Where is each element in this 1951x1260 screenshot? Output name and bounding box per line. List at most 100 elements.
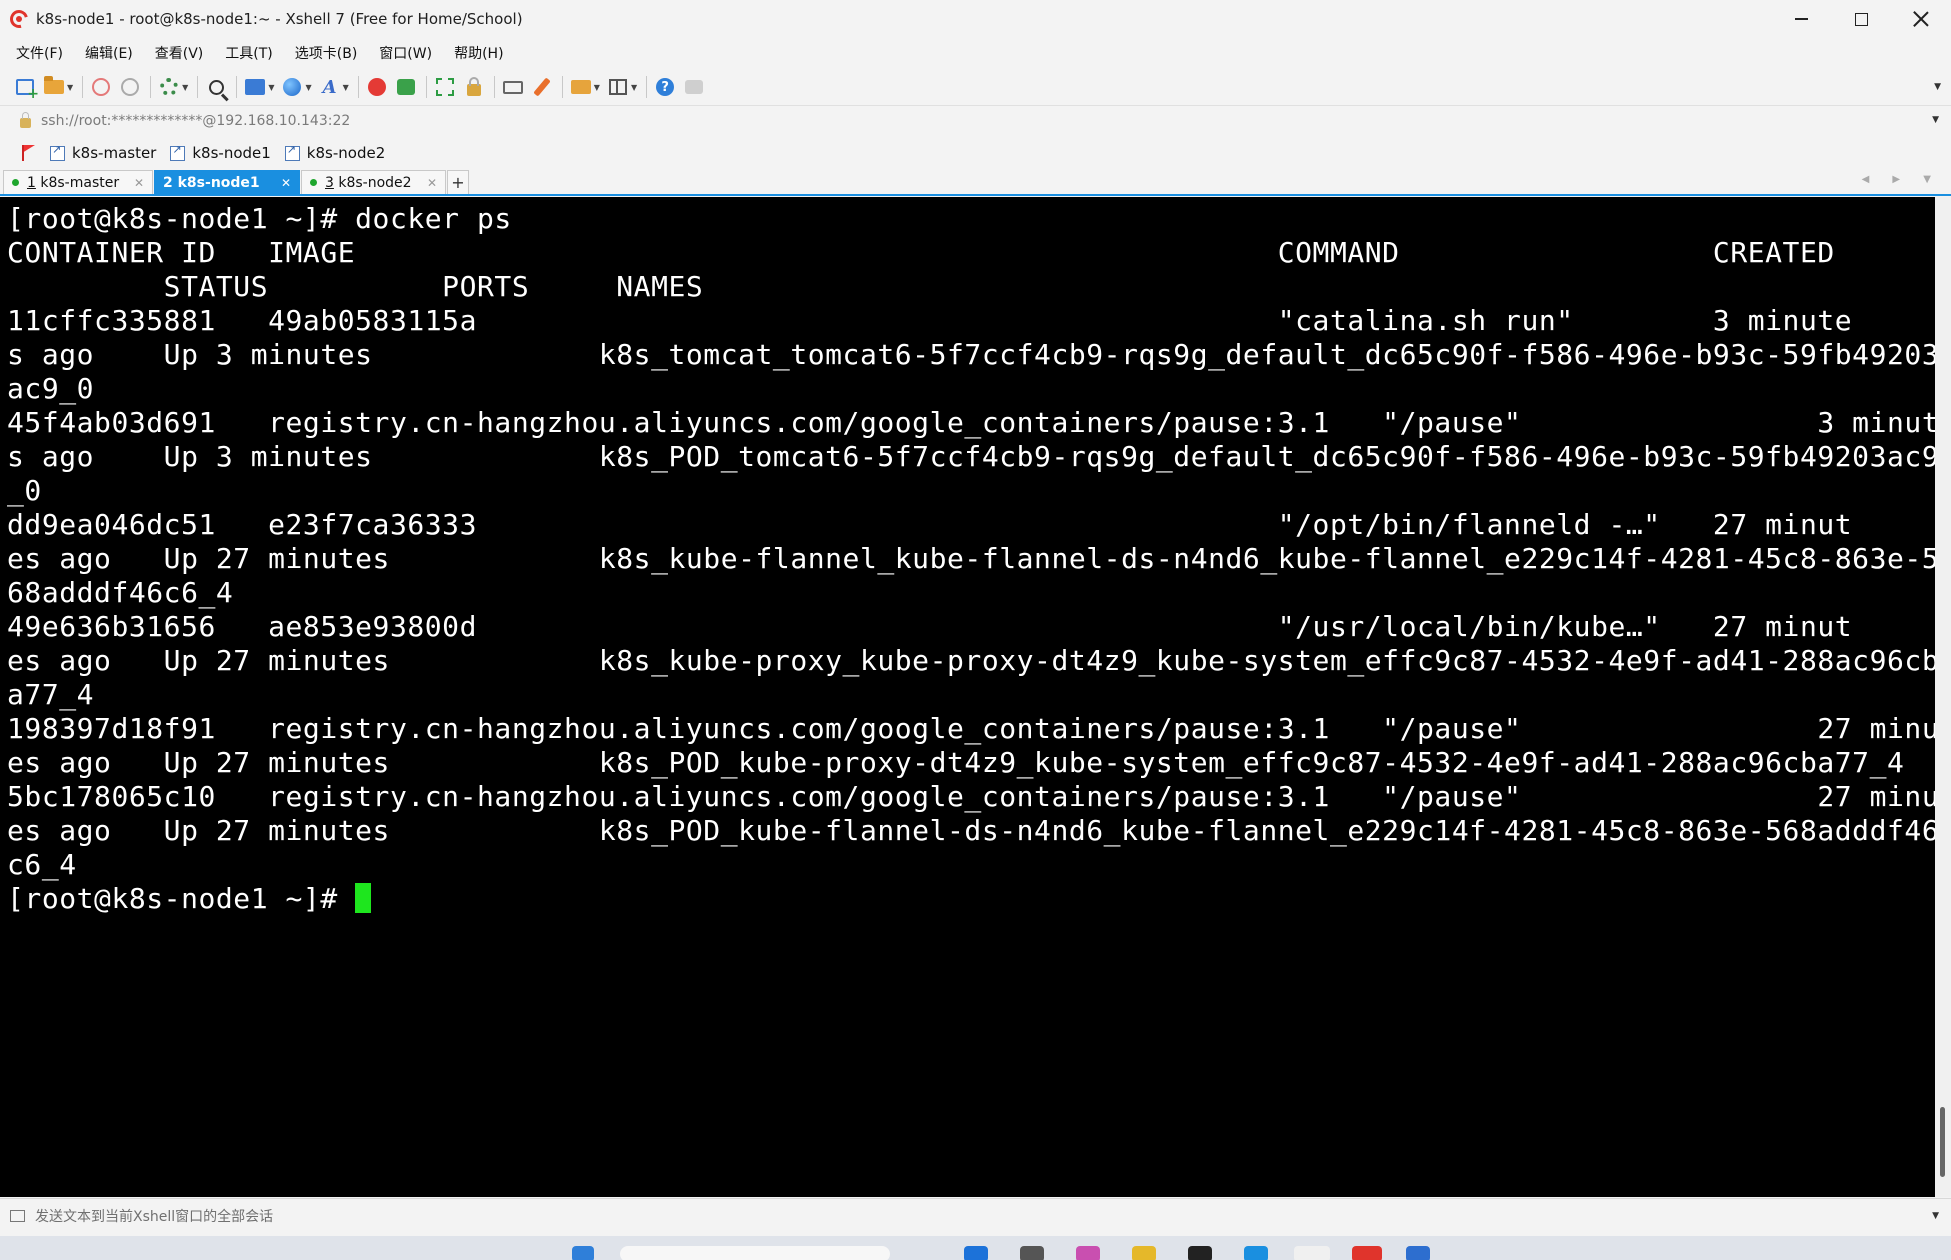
close-tab-icon[interactable]: ✕: [281, 176, 291, 190]
close-tab-icon[interactable]: ✕: [134, 176, 144, 190]
taskbar-app-icon[interactable]: [1188, 1246, 1212, 1260]
minimize-icon: [1794, 18, 1808, 20]
taskbar-app-icon[interactable]: [1406, 1246, 1430, 1260]
tab-label: 3 k8s-node2: [325, 174, 412, 191]
toolbar: ▼ ▼ ▼ ▼ A ▼ ▼ ▼ ? ▼: [0, 70, 1951, 104]
link-label: k8s-node2: [306, 144, 386, 162]
compose-dropdown-icon[interactable]: ▼: [1932, 1211, 1939, 1221]
toolbar-divider: [197, 76, 199, 98]
taskbar-app-icon[interactable]: [1132, 1246, 1156, 1260]
terminal-line: a77_4: [7, 678, 95, 711]
terminal-prompt-line: [root@k8s-node1 ~]#: [7, 882, 1935, 916]
disconnect-icon: [121, 78, 140, 96]
terminal-line: es ago Up 27 minutes k8s_POD_kube-proxy-…: [7, 746, 1905, 779]
help-button[interactable]: ?: [654, 76, 676, 98]
session-tab-bar: 1 k8s-master ✕ 2 k8s-node1 ✕ 3 k8s-node2…: [0, 170, 1951, 196]
taskbar-app-icon[interactable]: [1020, 1246, 1044, 1260]
open-session-button[interactable]: [43, 76, 65, 98]
terminal-line: dd9ea046dc51 e23f7ca36333 "/opt/bin/flan…: [7, 508, 1853, 541]
terminal-output[interactable]: [root@k8s-node1 ~]# docker ps CONTAINER I…: [0, 197, 1935, 1197]
start-icon[interactable]: [572, 1246, 594, 1260]
taskbar-xshell-icon[interactable]: [1294, 1246, 1330, 1260]
menu-help[interactable]: 帮助(H): [450, 40, 507, 66]
terminal-lines: [root@k8s-node1 ~]# docker ps CONTAINER I…: [7, 202, 1935, 882]
toolbar-divider: [150, 76, 152, 98]
address-text[interactable]: ssh://root:*************@192.168.10.143:…: [41, 113, 350, 129]
search-icon: [208, 79, 224, 95]
minimize-button[interactable]: [1771, 0, 1831, 38]
properties-dropdown-icon[interactable]: ▼: [182, 83, 188, 92]
os-taskbar: [0, 1236, 1951, 1260]
chat-button[interactable]: [683, 76, 705, 98]
close-tab-icon[interactable]: ✕: [427, 176, 437, 190]
compose-bar[interactable]: 发送文本到当前Xshell窗口的全部会话 ▼: [0, 1198, 1951, 1232]
taskbar-app-icon[interactable]: [1244, 1246, 1268, 1260]
xshell-button[interactable]: [366, 76, 388, 98]
globe-dropdown-icon[interactable]: ▼: [305, 83, 311, 92]
terminal-cursor: [355, 883, 372, 913]
terminal-line: 11cffc335881 49ab0583115a "catalina.sh r…: [7, 304, 1853, 337]
taskbar-app-icon[interactable]: [964, 1246, 988, 1260]
bookmark-flag-icon[interactable]: [22, 145, 36, 161]
menu-tools[interactable]: 工具(T): [221, 40, 276, 66]
menu-edit[interactable]: 编辑(E): [81, 40, 137, 66]
toolbar-overflow-icon[interactable]: ▼: [1934, 82, 1941, 92]
tab-k8s-master[interactable]: 1 k8s-master ✕: [3, 170, 153, 194]
folder-icon: [44, 76, 64, 94]
address-dropdown-icon[interactable]: ▼: [1932, 115, 1939, 125]
compose-input[interactable]: 发送文本到当前Xshell窗口的全部会话: [35, 1206, 273, 1226]
tab-scroll-arrows-icon[interactable]: ◀ ▶ ▼: [1862, 174, 1941, 185]
taskbar-app-icon[interactable]: [1352, 1246, 1382, 1260]
terminal-line: 198397d18f91 registry.cn-hangzhou.aliyun…: [7, 712, 1935, 745]
address-bar[interactable]: ssh://root:*************@192.168.10.143:…: [0, 105, 1951, 135]
link-k8s-master[interactable]: k8s-master: [50, 143, 156, 162]
fullscreen-button[interactable]: [434, 76, 456, 98]
tab-k8s-node1[interactable]: 2 k8s-node1 ✕: [154, 170, 300, 194]
terminal-line: 5bc178065c10 registry.cn-hangzhou.aliyun…: [7, 780, 1935, 813]
menu-file[interactable]: 文件(F): [12, 40, 67, 66]
globe-button[interactable]: [281, 76, 303, 98]
font-button[interactable]: A: [319, 76, 341, 98]
xftp-button[interactable]: [395, 76, 417, 98]
layout-button[interactable]: [607, 76, 629, 98]
maximize-button[interactable]: [1831, 0, 1891, 38]
keyboard-button[interactable]: [502, 76, 524, 98]
layout-dropdown-icon[interactable]: ▼: [631, 83, 637, 92]
screen-dropdown-icon[interactable]: ▼: [268, 83, 274, 92]
plus-icon: +: [451, 173, 465, 192]
close-button[interactable]: [1891, 0, 1951, 38]
terminal-line: 49e636b31656 ae853e93800d "/usr/local/bi…: [7, 610, 1853, 643]
screen-button[interactable]: [244, 76, 266, 98]
font-dropdown-icon[interactable]: ▼: [343, 83, 349, 92]
link-k8s-node2[interactable]: k8s-node2: [284, 143, 386, 162]
taskbar-search-box[interactable]: [620, 1246, 890, 1260]
new-session-icon: [16, 79, 39, 102]
new-session-button[interactable]: [14, 76, 39, 102]
disconnect-button[interactable]: [119, 76, 141, 98]
terminal-line: [root@k8s-node1 ~]# docker ps: [7, 202, 512, 235]
open-dropdown-icon[interactable]: ▼: [67, 83, 73, 92]
highlight-button[interactable]: [531, 76, 553, 98]
keyboard-icon: [502, 80, 523, 94]
add-tab-button[interactable]: +: [447, 170, 469, 194]
scrollbar-thumb[interactable]: [1940, 1107, 1945, 1177]
link-label: k8s-node1: [192, 144, 271, 162]
menu-view[interactable]: 查看(V): [151, 40, 208, 66]
taskbar-app-icon[interactable]: [1076, 1246, 1100, 1260]
menu-window[interactable]: 窗口(W): [375, 40, 436, 66]
properties-button[interactable]: [158, 76, 180, 98]
terminal-line: ac9_0: [7, 372, 95, 405]
connect-button[interactable]: [90, 76, 112, 98]
lock-button[interactable]: [463, 76, 485, 98]
menu-tab[interactable]: 选项卡(B): [291, 40, 362, 66]
transfer-button[interactable]: [570, 76, 592, 98]
link-k8s-node1[interactable]: k8s-node1: [170, 143, 271, 162]
terminal-scrollbar[interactable]: [1935, 197, 1951, 1197]
transfer-dropdown-icon[interactable]: ▼: [594, 83, 600, 92]
tab-k8s-node2[interactable]: 3 k8s-node2 ✕: [301, 170, 446, 194]
terminal-line: 45f4ab03d691 registry.cn-hangzhou.aliyun…: [7, 406, 1935, 439]
lock-icon: [20, 111, 31, 128]
find-button[interactable]: [205, 76, 227, 98]
connect-icon: [92, 78, 111, 96]
layout-icon: [608, 79, 627, 95]
